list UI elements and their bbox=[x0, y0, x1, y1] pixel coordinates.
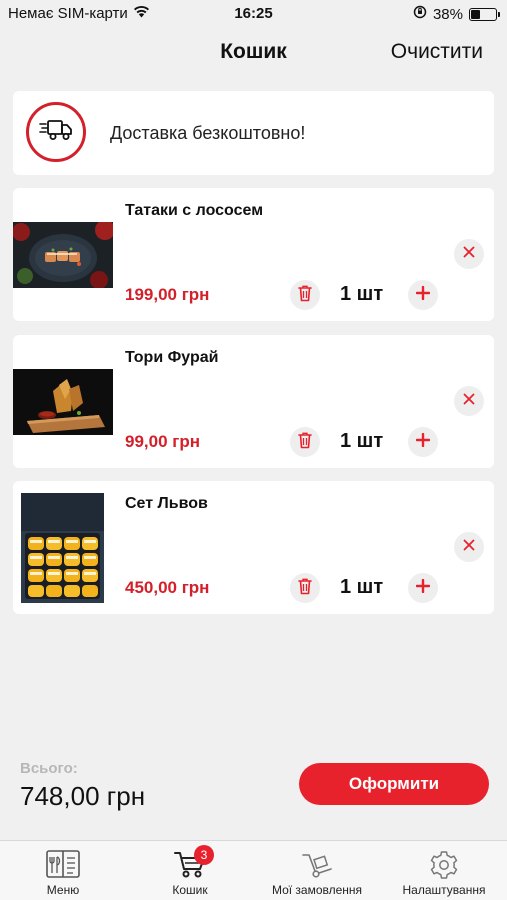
plus-icon bbox=[415, 578, 431, 598]
trash-icon bbox=[297, 431, 313, 454]
battery-percent: 38% bbox=[432, 5, 463, 23]
cart-count-badge: 3 bbox=[194, 845, 214, 865]
delivery-badge bbox=[26, 102, 86, 162]
item-price: 450,00 грн bbox=[125, 578, 210, 597]
gear-icon bbox=[381, 849, 507, 881]
item-image-set-lvov[interactable] bbox=[21, 493, 104, 603]
status-bar: Немає SIM-карти 16:25 38% bbox=[0, 0, 507, 28]
status-right: 38% bbox=[413, 5, 500, 23]
trash-icon bbox=[297, 284, 313, 307]
trash-icon bbox=[297, 577, 313, 600]
delete-item-button[interactable] bbox=[290, 573, 320, 603]
hand-truck-icon bbox=[254, 849, 380, 879]
orientation-lock-icon bbox=[413, 5, 427, 23]
close-icon bbox=[463, 392, 475, 410]
item-image-tataki[interactable] bbox=[13, 222, 113, 288]
close-icon bbox=[463, 538, 475, 556]
item-name: Сет Львов bbox=[125, 495, 208, 512]
total-label: Всього: bbox=[20, 760, 78, 777]
cart-item: Тори Фурай 99,00 грн 1 шт bbox=[13, 335, 494, 468]
tab-label: Налаштування bbox=[402, 883, 486, 897]
item-quantity: 1 шт bbox=[340, 430, 384, 452]
close-icon bbox=[463, 245, 475, 263]
plus-icon bbox=[415, 285, 431, 305]
tab-menu[interactable]: Меню bbox=[0, 841, 126, 900]
navigation-bar: Кошик Очистити bbox=[0, 30, 507, 76]
tab-bar: Меню 3 Кошик Мої замовлення Налаштування bbox=[0, 840, 507, 900]
checkout-button[interactable]: Оформити bbox=[299, 763, 489, 805]
battery-level bbox=[471, 9, 481, 19]
remove-item-button[interactable] bbox=[454, 532, 484, 562]
tab-my-orders[interactable]: Мої замовлення bbox=[254, 841, 380, 900]
tab-cart[interactable]: 3 Кошик bbox=[127, 841, 253, 900]
tab-label: Меню bbox=[46, 883, 80, 897]
delivery-truck-icon bbox=[39, 118, 73, 147]
delivery-text: Доставка безкоштовно! bbox=[110, 123, 306, 143]
delete-item-button[interactable] bbox=[290, 280, 320, 310]
remove-item-button[interactable] bbox=[454, 239, 484, 269]
tab-label: Мої замовлення bbox=[271, 883, 363, 897]
item-price: 199,00 грн bbox=[125, 285, 210, 304]
plus-icon bbox=[415, 432, 431, 452]
increase-quantity-button[interactable] bbox=[408, 573, 438, 603]
menu-book-icon bbox=[0, 849, 126, 879]
item-image-tori-furai[interactable] bbox=[13, 369, 113, 435]
item-name: Тори Фурай bbox=[125, 349, 219, 366]
cart-icon bbox=[127, 849, 253, 879]
item-quantity: 1 шт bbox=[340, 576, 384, 598]
item-price: 99,00 грн bbox=[125, 432, 200, 451]
cart-item: Татаки с лососем 199,00 грн 1 шт bbox=[13, 188, 494, 321]
remove-item-button[interactable] bbox=[454, 386, 484, 416]
increase-quantity-button[interactable] bbox=[408, 427, 438, 457]
cart-item: Сет Львов 450,00 грн 1 шт bbox=[13, 481, 494, 614]
clear-cart-button[interactable]: Очистити bbox=[391, 40, 483, 64]
increase-quantity-button[interactable] bbox=[408, 280, 438, 310]
tab-label: Кошик bbox=[172, 883, 208, 897]
item-name: Татаки с лососем bbox=[125, 202, 264, 219]
tab-settings[interactable]: Налаштування bbox=[381, 841, 507, 900]
delivery-banner: Доставка безкоштовно! bbox=[13, 91, 494, 175]
battery-icon bbox=[469, 7, 500, 21]
total-value: 748,00 грн bbox=[20, 781, 146, 811]
delete-item-button[interactable] bbox=[290, 427, 320, 457]
item-quantity: 1 шт bbox=[340, 283, 384, 305]
